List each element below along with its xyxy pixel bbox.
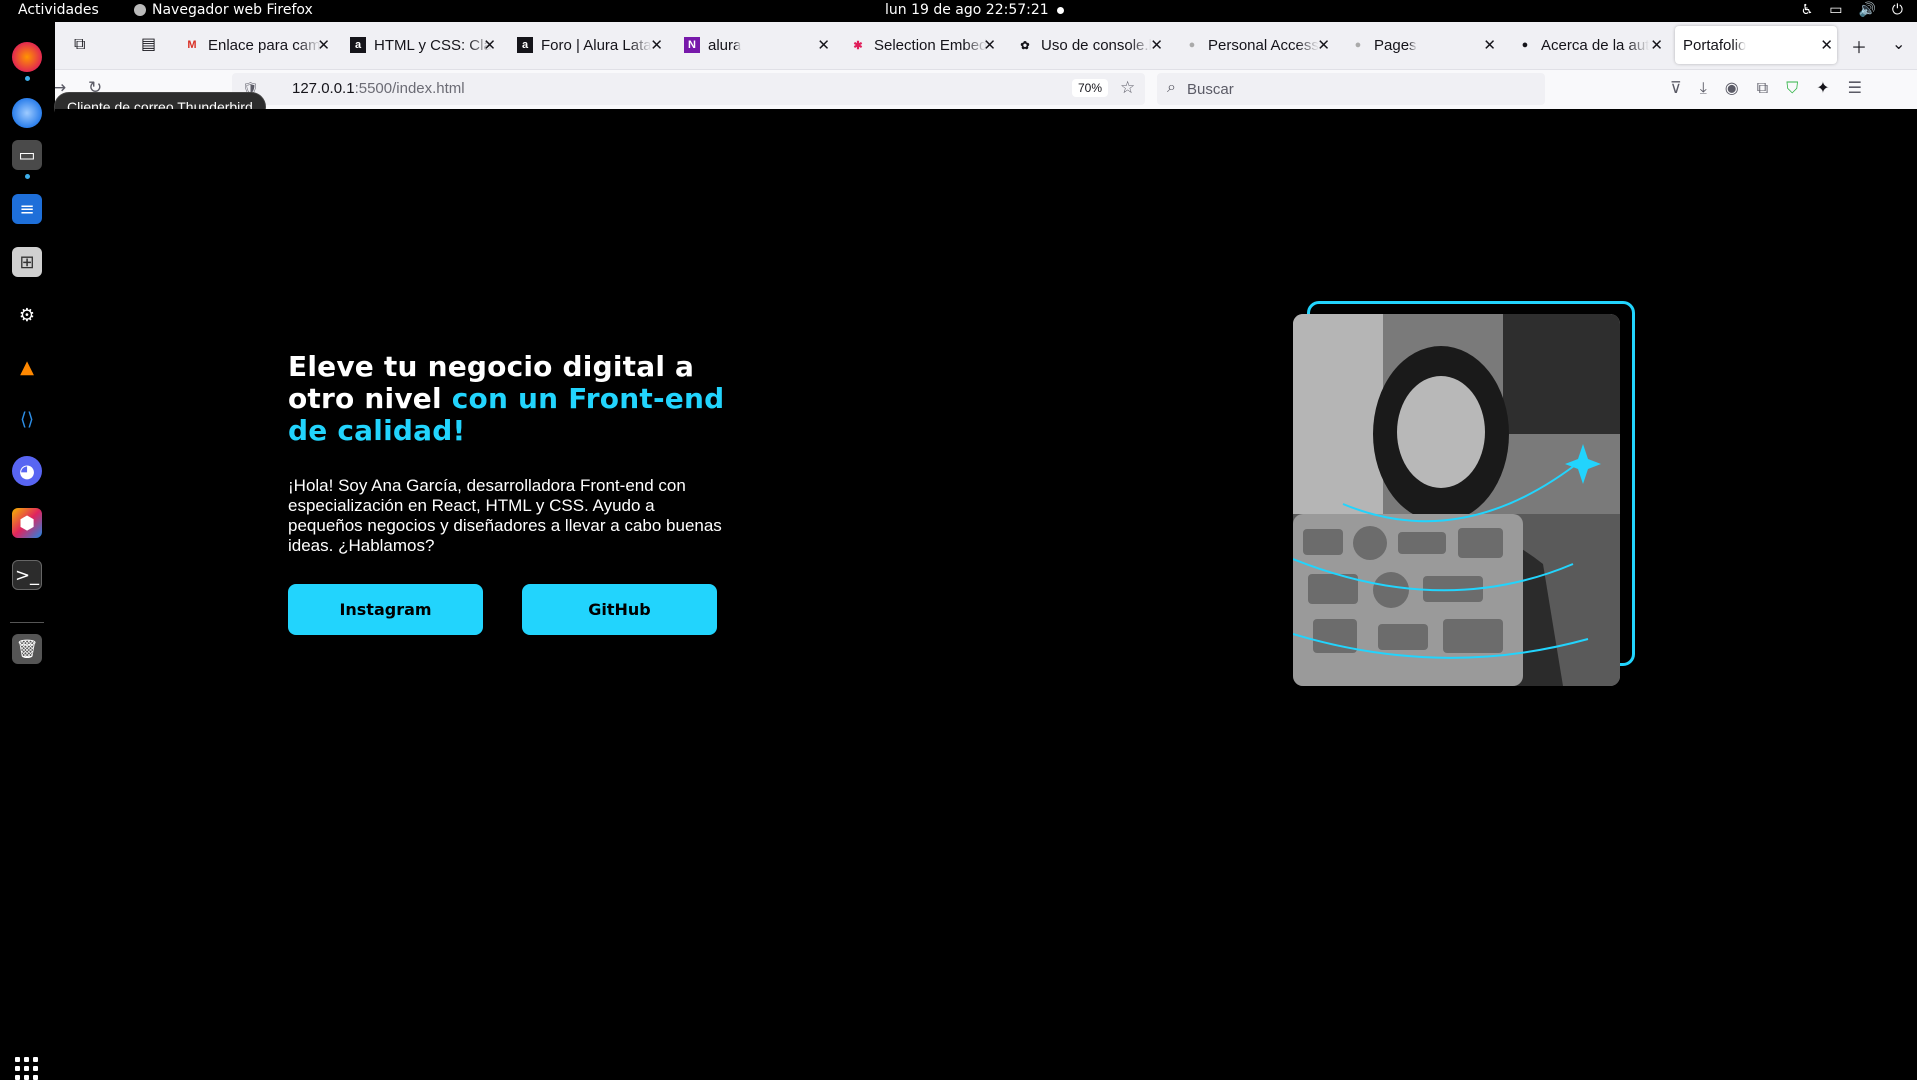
app-name-label: Navegador web Firefox bbox=[152, 2, 313, 18]
bookmark-star-icon[interactable]: ☆ bbox=[1120, 78, 1135, 98]
close-tab-icon[interactable]: ✕ bbox=[483, 36, 496, 54]
url-text[interactable]: 127.0.0.1:5500/index.html bbox=[292, 80, 465, 97]
tab-strip: ⧉ ▤ M Enlace para cam ✕ a HTML y CSS: Cl… bbox=[0, 22, 1917, 70]
restore-window-icon[interactable]: ⧉ bbox=[74, 34, 85, 54]
tab-title: Acerca de la aut bbox=[1541, 36, 1650, 54]
downloads-icon[interactable]: ⤓ bbox=[1700, 78, 1707, 98]
tab-title: Foro | Alura Lata bbox=[541, 36, 652, 54]
close-tab-icon[interactable]: ✕ bbox=[817, 36, 830, 54]
discord-icon[interactable]: ◕ bbox=[12, 456, 42, 486]
writer-icon[interactable]: ≡ bbox=[12, 194, 42, 224]
slack-icon: ✱ bbox=[853, 39, 863, 52]
onenote-icon: N bbox=[684, 37, 700, 53]
list-all-tabs-icon[interactable]: ⌄ bbox=[1892, 34, 1905, 53]
display-icon[interactable]: ▭ bbox=[1829, 2, 1842, 18]
pocket-icon[interactable]: ⊽ bbox=[1670, 78, 1682, 98]
alura-icon: a bbox=[517, 37, 533, 53]
close-tab-icon[interactable]: ✕ bbox=[1820, 36, 1833, 54]
tab-personal-access[interactable]: ● Personal Access ✕ bbox=[1184, 26, 1334, 64]
search-bar[interactable]: ⌕ Buscar bbox=[1157, 73, 1545, 105]
tab-pages[interactable]: ● Pages ✕ bbox=[1350, 26, 1500, 64]
firefox-icon[interactable] bbox=[12, 42, 42, 72]
tab-title: alura bbox=[708, 36, 742, 54]
tab-gmail[interactable]: M Enlace para cam ✕ bbox=[184, 26, 334, 64]
software-icon[interactable]: ⊞ bbox=[12, 247, 42, 277]
terminal-icon[interactable]: >_ bbox=[12, 560, 42, 590]
cube-app-icon[interactable]: ⬢ bbox=[12, 508, 42, 538]
tab-title: Enlace para cam bbox=[208, 36, 321, 54]
firefox-icon bbox=[134, 4, 146, 16]
settings-icon[interactable]: ⚙ bbox=[12, 300, 42, 330]
shield-extension-icon[interactable]: ⛉ bbox=[1786, 78, 1798, 98]
close-tab-icon[interactable]: ✕ bbox=[1150, 36, 1163, 54]
tab-title: HTML y CSS: Cla bbox=[374, 36, 492, 54]
close-tab-icon[interactable]: ✕ bbox=[1317, 36, 1330, 54]
tab-title: Portafolio bbox=[1683, 36, 1747, 54]
system-top-bar: Actividades Navegador web Firefox lun 19… bbox=[0, 0, 1917, 22]
tab-acerca[interactable]: ● Acerca de la aut ✕ bbox=[1517, 26, 1667, 64]
github-icon: ● bbox=[1354, 39, 1362, 51]
thunderbird-icon[interactable] bbox=[12, 98, 42, 128]
tab-overview-icon[interactable]: ▤ bbox=[141, 34, 156, 53]
instagram-button[interactable]: Instagram bbox=[288, 584, 483, 635]
accessibility-icon[interactable]: ♿ bbox=[1801, 2, 1814, 18]
github-button[interactable]: GitHub bbox=[522, 584, 717, 635]
github-icon: ● bbox=[1188, 39, 1196, 51]
menu-icon[interactable]: ☰ bbox=[1848, 78, 1862, 98]
app-menu[interactable]: Navegador web Firefox bbox=[134, 2, 313, 18]
close-tab-icon[interactable]: ✕ bbox=[1650, 36, 1663, 54]
notification-dot bbox=[1057, 7, 1064, 14]
clock[interactable]: lun 19 de ago 22:57:21 bbox=[885, 2, 1049, 18]
hero-title: Eleve tu negocio digital a otro nivel co… bbox=[288, 351, 728, 447]
close-tab-icon[interactable]: ✕ bbox=[983, 36, 996, 54]
zoom-indicator[interactable]: 70% bbox=[1072, 79, 1109, 97]
dock-separator bbox=[10, 622, 44, 623]
vlc-icon[interactable]: ▲ bbox=[12, 352, 42, 382]
new-tab-icon[interactable]: ＋ bbox=[1851, 34, 1867, 58]
account-icon[interactable]: ◉ bbox=[1725, 78, 1739, 98]
portfolio-page: Eleve tu negocio digital a otro nivel co… bbox=[55, 109, 1917, 1077]
tab-title: Personal Access bbox=[1208, 36, 1319, 54]
running-indicator bbox=[25, 174, 30, 179]
power-icon[interactable]: ⏻ bbox=[1892, 2, 1903, 18]
gmail-icon: M bbox=[187, 39, 197, 51]
profile-photo-illustration bbox=[1293, 314, 1620, 686]
url-bar[interactable]: 🛡 127.0.0.1:5500/index.html 70% ☆ bbox=[232, 73, 1145, 105]
tab-title: Uso de console.l bbox=[1041, 36, 1152, 54]
url-path: :5500/index.html bbox=[354, 80, 465, 97]
files-icon[interactable]: ▭ bbox=[12, 140, 42, 170]
activities-button[interactable]: Actividades bbox=[18, 2, 99, 18]
vscode-icon[interactable]: ⟨⟩ bbox=[12, 404, 42, 434]
close-tab-icon[interactable]: ✕ bbox=[650, 36, 663, 54]
tab-title: Selection Embed bbox=[874, 36, 988, 54]
running-indicator bbox=[25, 76, 30, 81]
profile-photo bbox=[1293, 314, 1620, 686]
volume-icon[interactable]: 🔊 bbox=[1858, 2, 1875, 18]
toolbar-icons: ⊽ ⤓ ◉ ⧉ ⛉ ✦ ☰ bbox=[1670, 78, 1862, 98]
url-host: 127.0.0.1 bbox=[292, 80, 355, 97]
trash-icon[interactable]: 🗑 bbox=[12, 634, 42, 664]
tab-title: Pages bbox=[1374, 36, 1417, 54]
alura-icon: a bbox=[350, 37, 366, 53]
search-icon: ⌕ bbox=[1167, 79, 1176, 96]
tab-foro-alura[interactable]: a Foro | Alura Lata ✕ bbox=[517, 26, 667, 64]
extensions-icon[interactable]: ⧉ bbox=[1757, 78, 1768, 98]
close-tab-icon[interactable]: ✕ bbox=[317, 36, 330, 54]
tab-console[interactable]: ✿ Uso de console.l ✕ bbox=[1017, 26, 1167, 64]
tab-portafolio[interactable]: Portafolio ✕ bbox=[1675, 26, 1837, 64]
tab-alura-onenote[interactable]: N alura ✕ bbox=[684, 26, 834, 64]
hero-description: ¡Hola! Soy Ana García, desarrolladora Fr… bbox=[288, 476, 722, 555]
close-tab-icon[interactable]: ✕ bbox=[1483, 36, 1496, 54]
extension-icon[interactable]: ✦ bbox=[1816, 78, 1829, 98]
openai-icon: ✿ bbox=[1020, 39, 1030, 52]
search-placeholder: Buscar bbox=[1187, 81, 1234, 98]
navigation-bar: ← → ↻ 🛡 127.0.0.1:5500/index.html 70% ☆ … bbox=[0, 70, 1917, 109]
tab-selection-embed[interactable]: ✱ Selection Embed ✕ bbox=[850, 26, 1000, 64]
system-tray[interactable]: ♿ ▭ 🔊 ⏻ bbox=[1801, 2, 1903, 18]
dock: ▭ ≡ ⊞ ⚙ ▲ ⟨⟩ ◕ ⬢ >_ 🗑 bbox=[0, 22, 55, 1080]
tab-html-css[interactable]: a HTML y CSS: Cla ✕ bbox=[350, 26, 500, 64]
github-icon: ● bbox=[1521, 39, 1529, 51]
